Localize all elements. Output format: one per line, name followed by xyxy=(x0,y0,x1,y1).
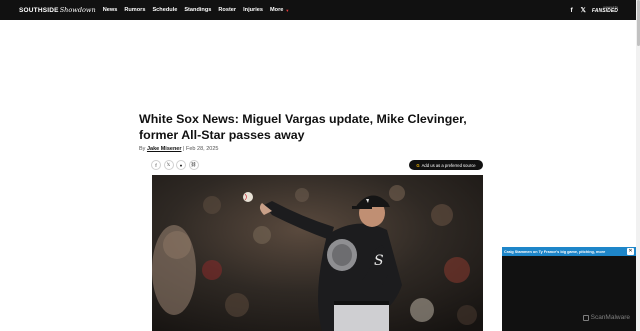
nav-link-roster[interactable]: Roster xyxy=(218,7,236,13)
scanmalware-icon xyxy=(582,314,589,321)
nav-link-news[interactable]: News xyxy=(103,7,118,13)
page: SOUTHSIDE Showdown News Rumors Schedule … xyxy=(0,0,640,331)
nav-links: News Rumors Schedule Standings Roster In… xyxy=(103,7,297,13)
logo-script-text: Showdown xyxy=(59,6,96,14)
video-title: Craig Stammen on Ty France's big game, p… xyxy=(504,249,606,254)
fansided-badge[interactable]: powered by FANSIDED xyxy=(592,6,618,14)
hero-image: S xyxy=(152,175,483,331)
preferred-source-button[interactable]: G Add us as a preferred source xyxy=(409,160,483,170)
nav-link-injuries[interactable]: Injuries xyxy=(243,7,263,13)
share-buttons: f 𝕏 ● ⛓ xyxy=(151,160,201,170)
x-icon: 𝕏 xyxy=(166,162,171,167)
author-link[interactable]: Jake Misener xyxy=(147,146,182,152)
nav-more-menu[interactable]: More ▼ xyxy=(270,7,289,13)
scrollbar-thumb[interactable] xyxy=(636,0,640,46)
logo-main-text: SOUTHSIDE xyxy=(19,7,59,14)
video-player[interactable]: Craig Stammen on Ty France's big game, p… xyxy=(502,247,636,331)
share-facebook-button[interactable]: f xyxy=(151,160,161,170)
facebook-icon[interactable]: f xyxy=(570,7,572,14)
top-nav: SOUTHSIDE Showdown News Rumors Schedule … xyxy=(0,0,636,20)
watermark-text: ScanMalware xyxy=(590,314,630,321)
nav-more-label: More xyxy=(270,7,284,13)
x-icon[interactable]: 𝕏 xyxy=(581,6,586,14)
chevron-down-icon: ▼ xyxy=(285,7,290,13)
share-x-button[interactable]: 𝕏 xyxy=(163,160,174,170)
social-links: f 𝕏 powered by FANSIDED xyxy=(562,0,618,20)
preferred-source-label: Add us as a preferred source xyxy=(421,162,476,168)
copy-link-button[interactable]: ⛓ xyxy=(188,160,199,170)
nav-link-standings[interactable]: Standings xyxy=(184,7,211,13)
byline-prefix: By xyxy=(139,146,147,152)
share-reddit-button[interactable]: ● xyxy=(176,160,186,170)
watermark: ScanMalware xyxy=(582,314,630,321)
nav-link-rumors[interactable]: Rumors xyxy=(124,7,145,13)
facebook-icon: f xyxy=(155,162,157,168)
page-scrollbar[interactable] xyxy=(636,0,640,331)
fansided-logo: FANSIDED xyxy=(591,7,618,14)
svg-text:S: S xyxy=(374,253,384,269)
video-title-bar: Craig Stammen on Ty France's big game, p… xyxy=(502,247,636,256)
publish-date: Feb 28, 2025 xyxy=(186,146,219,152)
reddit-icon: ● xyxy=(179,162,183,168)
google-icon: G xyxy=(416,162,420,168)
link-icon: ⛓ xyxy=(190,162,197,167)
baseball-player-photo: S xyxy=(152,175,483,331)
close-icon[interactable]: ✕ xyxy=(627,248,634,255)
byline: By Jake Misener | Feb 28, 2025 xyxy=(139,146,218,152)
site-logo[interactable]: SOUTHSIDE Showdown xyxy=(19,6,96,14)
nav-link-schedule[interactable]: Schedule xyxy=(152,7,177,13)
article-headline: White Sox News: Miguel Vargas update, Mi… xyxy=(139,112,467,142)
